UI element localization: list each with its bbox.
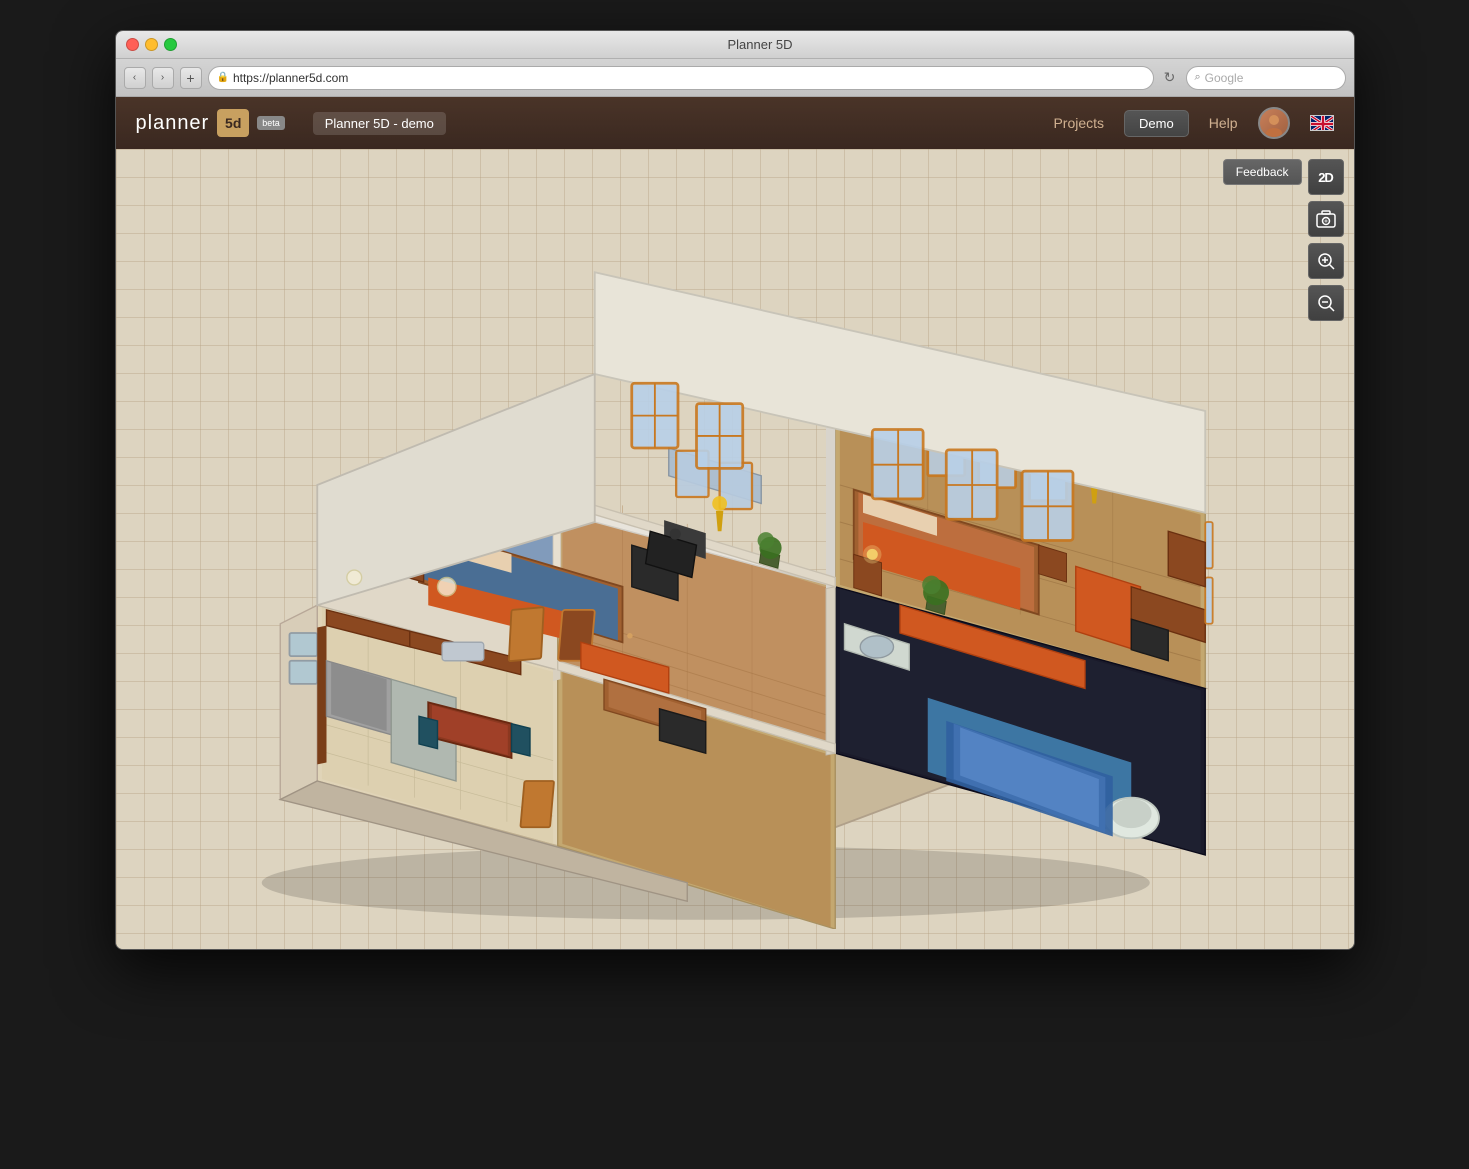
logo-area: planner 5d beta Planner 5D - demo [136,109,446,137]
beta-badge: beta [257,116,285,130]
browser-window: Planner 5D ‹ › + 🔒 https://planner5d.com… [115,30,1355,950]
feedback-button[interactable]: Feedback [1223,159,1302,185]
minimize-button[interactable] [145,38,158,51]
search-icon: ⌕ [1195,71,1201,84]
search-bar[interactable]: ⌕ Google [1186,66,1346,90]
search-placeholder: Google [1205,71,1244,85]
screenshot-button[interactable] [1308,201,1344,237]
main-viewport[interactable]: Feedback 2D [116,149,1354,949]
forward-button[interactable]: › [152,67,174,89]
refresh-button[interactable]: ↻ [1160,68,1180,88]
browser-toolbar: ‹ › + 🔒 https://planner5d.com ↻ ⌕ Google [116,59,1354,97]
floorplan-container[interactable] [136,189,1294,929]
project-name[interactable]: Planner 5D - demo [313,112,446,135]
close-button[interactable] [126,38,139,51]
projects-link[interactable]: Projects [1053,115,1104,131]
zoom-in-icon [1316,251,1336,271]
traffic-lights [126,38,177,51]
zoom-out-icon [1316,293,1336,313]
address-bar[interactable]: 🔒 https://planner5d.com [208,66,1154,90]
window-title: Planner 5D [177,37,1344,52]
user-avatar[interactable] [1258,107,1290,139]
back-button[interactable]: ‹ [124,67,146,89]
help-link[interactable]: Help [1209,115,1238,131]
avatar-image [1260,109,1288,137]
titlebar: Planner 5D [116,31,1354,59]
maximize-button[interactable] [164,38,177,51]
app-header: planner 5d beta Planner 5D - demo Projec… [116,97,1354,149]
new-tab-button[interactable]: + [180,67,202,89]
zoom-out-button[interactable] [1308,285,1344,321]
url-text: https://planner5d.com [233,71,348,85]
language-flag[interactable] [1310,115,1334,131]
header-nav: Projects Demo Help [1053,107,1333,139]
zoom-in-button[interactable] [1308,243,1344,279]
2d-view-button[interactable]: 2D [1308,159,1344,195]
logo-box: 5d [217,109,249,137]
lock-icon: 🔒 [217,72,229,83]
demo-button[interactable]: Demo [1124,110,1189,137]
right-sidebar: 2D [1308,159,1344,321]
logo-text: planner [136,112,210,135]
camera-icon [1316,210,1336,228]
floorplan-svg [136,189,1294,929]
